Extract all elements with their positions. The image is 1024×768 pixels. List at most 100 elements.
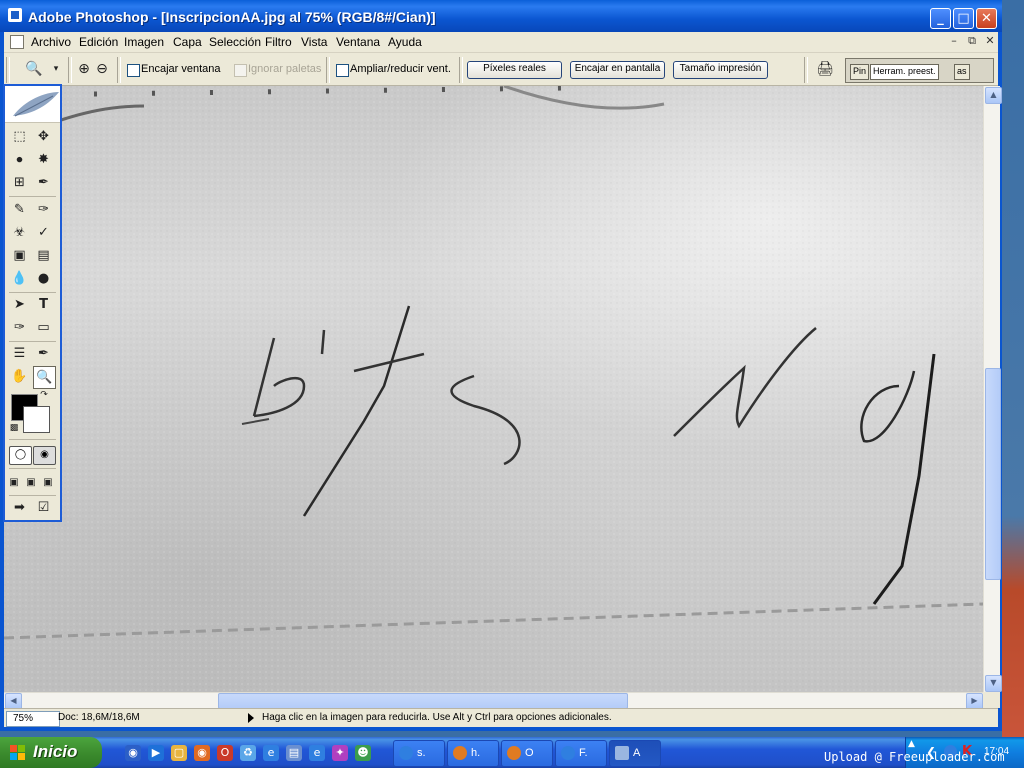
ampliar-reducir-checkbox[interactable] <box>336 64 349 77</box>
healing-brush-tool-icon[interactable]: ✎ <box>9 199 30 220</box>
menu-archivo[interactable]: Archivo <box>31 35 71 49</box>
edit-in-imageready-icon[interactable]: ☑ <box>33 497 54 518</box>
taskbar-button-photoshop[interactable]: A <box>609 740 661 767</box>
tamano-impresion-button[interactable]: Tamaño impresión <box>673 61 768 79</box>
vertical-scrollbar[interactable]: ▲ ▼ <box>983 86 1002 692</box>
winamp-icon[interactable]: ✦ <box>332 745 348 761</box>
canvas-image <box>4 86 983 692</box>
chevron-down-icon[interactable]: ▾ <box>46 59 66 79</box>
default-colors-icon[interactable]: ▩ <box>8 422 20 434</box>
firefox-icon[interactable]: ◉ <box>194 745 210 761</box>
lasso-tool-icon[interactable]: ⦁ <box>9 149 30 170</box>
pixeles-reales-button[interactable]: Píxeles reales <box>467 61 562 79</box>
start-button[interactable]: Inicio <box>0 737 102 768</box>
media-player-icon[interactable]: ▶ <box>148 745 164 761</box>
menu-ayuda[interactable]: Ayuda <box>388 35 422 49</box>
opera-icon[interactable]: O <box>217 745 233 761</box>
window-titlebar[interactable]: Adobe Photoshop - [InscripcionAA.jpg al … <box>0 0 1002 32</box>
messenger-icon[interactable]: ☻ <box>355 745 371 761</box>
tool-divider <box>9 495 56 496</box>
tray-expand-icon[interactable]: ▲ <box>908 739 915 749</box>
history-brush-tool-icon[interactable]: ✓ <box>33 222 54 243</box>
divider <box>68 57 72 83</box>
show-desktop-icon[interactable]: ◉ <box>125 745 141 761</box>
menu-edicion[interactable]: Edición <box>79 35 118 49</box>
notes-tool-icon[interactable]: ☰ <box>9 343 30 364</box>
maximize-button[interactable]: □ <box>953 8 974 29</box>
document-canvas[interactable] <box>4 86 983 692</box>
brush-tool-icon[interactable]: ✑ <box>33 199 54 220</box>
dodge-tool-icon[interactable]: ● <box>33 268 54 289</box>
start-label: Inicio <box>33 742 78 761</box>
blur-tool-icon[interactable]: 💧 <box>9 268 30 289</box>
screen-mode-full-icon[interactable]: ▣ <box>40 472 56 493</box>
taskbar-button-3[interactable]: O <box>501 740 553 767</box>
network-icon[interactable]: ▤ <box>286 745 302 761</box>
path-selection-tool-icon[interactable]: ➤ <box>9 294 30 315</box>
shape-tool-icon[interactable]: ▭ <box>33 317 54 338</box>
scroll-up-button[interactable]: ▲ <box>985 87 1002 104</box>
menu-imagen[interactable]: Imagen <box>124 35 164 49</box>
doc-minimize-button[interactable]: – <box>947 34 961 48</box>
internet-explorer-icon <box>561 746 575 760</box>
window-title: Adobe Photoshop - [InscripcionAA.jpg al … <box>28 9 436 25</box>
menu-seleccion[interactable]: Selección <box>209 35 261 49</box>
marquee-tool-icon[interactable]: ⬚ <box>9 126 30 147</box>
document-icon[interactable] <box>10 35 24 49</box>
zoom-tool-icon[interactable]: 🔍 <box>33 366 56 389</box>
menu-vista[interactable]: Vista <box>301 35 327 49</box>
background-color-swatch[interactable] <box>23 406 50 433</box>
jump-to-imageready-icon[interactable]: ➡ <box>9 497 30 518</box>
type-tool-icon[interactable]: T <box>33 294 54 315</box>
minimize-button[interactable]: _ <box>930 8 951 29</box>
pen-tool-icon[interactable]: ✑ <box>9 317 30 338</box>
zoom-out-icon[interactable]: ⊖ <box>92 59 112 79</box>
doc-close-button[interactable]: ✕ <box>983 34 997 48</box>
eyedropper-tool-icon[interactable]: ✒ <box>33 343 54 364</box>
palette-tab-capas[interactable]: as <box>954 64 970 80</box>
file-browser-icon[interactable]: 🖨 <box>814 59 836 79</box>
menu-capa[interactable]: Capa <box>173 35 202 49</box>
recycle-icon[interactable]: ♻ <box>240 745 256 761</box>
standard-mode-button[interactable]: ◯ <box>9 446 32 465</box>
zoom-in-icon[interactable]: ⊕ <box>74 59 94 79</box>
internet-explorer-icon[interactable]: e <box>309 745 325 761</box>
vertical-scroll-thumb[interactable] <box>985 368 1001 580</box>
encajar-pantalla-button[interactable]: Encajar en pantalla <box>570 61 665 79</box>
close-button[interactable]: ✕ <box>976 8 997 29</box>
eraser-tool-icon[interactable]: ▣ <box>9 245 30 266</box>
doc-restore-button[interactable]: ⧉ <box>965 34 979 48</box>
tool-divider <box>9 439 56 440</box>
options-grip[interactable] <box>6 57 10 83</box>
status-menu-arrow-icon[interactable] <box>248 713 254 723</box>
folder-icon[interactable]: ▢ <box>171 745 187 761</box>
menu-filtro[interactable]: Filtro <box>265 35 292 49</box>
palette-tab-pinceles[interactable]: Pin <box>850 64 870 80</box>
firefox-icon <box>453 746 467 760</box>
hand-tool-icon[interactable]: ✋ <box>9 366 30 387</box>
taskbar-button-1[interactable]: s. <box>393 740 445 767</box>
magic-wand-tool-icon[interactable]: ✸ <box>33 149 54 170</box>
horizontal-scrollbar[interactable]: ◀ ▶ <box>4 692 983 710</box>
clone-stamp-tool-icon[interactable]: ☣ <box>9 222 30 243</box>
scroll-down-button[interactable]: ▼ <box>985 675 1002 692</box>
quick-mask-mode-button[interactable]: ◉ <box>33 446 56 465</box>
screen-mode-full-menu-icon[interactable]: ▣ <box>23 472 39 493</box>
zoom-level-field[interactable]: 75% <box>6 711 60 727</box>
encajar-ventana-checkbox[interactable] <box>127 64 140 77</box>
move-tool-icon[interactable]: ✥ <box>33 126 54 147</box>
taskbar-button-2[interactable]: h. <box>447 740 499 767</box>
horizontal-scroll-thumb[interactable] <box>218 693 628 709</box>
zoom-tool-preset-icon[interactable]: 🔍 <box>24 59 44 79</box>
palette-tab-herram-preest[interactable]: Herram. preest. <box>870 64 939 80</box>
maximize-icon: □ <box>957 11 970 26</box>
toolbox-header[interactable] <box>5 86 60 123</box>
swap-colors-icon[interactable]: ↷ <box>38 389 50 401</box>
internet-explorer-icon[interactable]: e <box>263 745 279 761</box>
taskbar-button-4[interactable]: F. <box>555 740 607 767</box>
menu-ventana[interactable]: Ventana <box>336 35 380 49</box>
gradient-tool-icon[interactable]: ▤ <box>33 245 54 266</box>
crop-tool-icon[interactable]: ⊞ <box>9 172 30 193</box>
slice-tool-icon[interactable]: ✒ <box>33 172 54 193</box>
screen-mode-standard-icon[interactable]: ▣ <box>6 472 22 493</box>
